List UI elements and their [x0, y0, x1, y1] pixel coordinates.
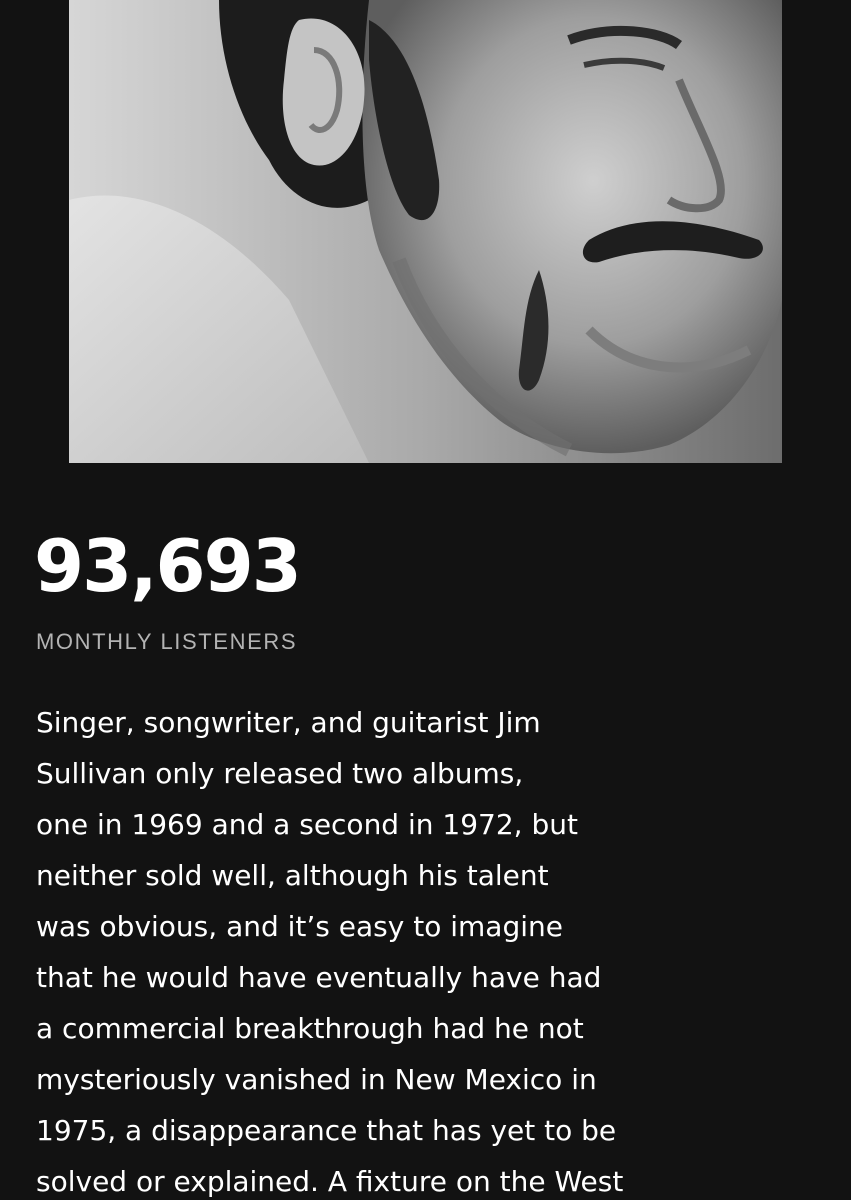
artist-portrait-image: [69, 0, 782, 463]
bio-line: that he would have eventually have had: [36, 961, 602, 994]
bio-line: a commercial breakthrough had he not: [36, 1012, 584, 1045]
bio-line: 1975, a disappearance that has yet to be: [36, 1114, 617, 1147]
bio-line: Sullivan only released two albums,: [36, 757, 524, 790]
monthly-listeners-count: 93,693: [34, 524, 302, 608]
bio-line: one in 1969 and a second in 1972, but: [36, 808, 578, 841]
artist-bio[interactable]: Singer, songwriter, and guitarist Jim Su…: [36, 697, 836, 1200]
bio-line: was obvious, and it’s easy to imagine: [36, 910, 563, 943]
bio-line: mysteriously vanished in New Mexico in: [36, 1063, 597, 1096]
monthly-listeners-label: MONTHLY LISTENERS: [36, 629, 298, 654]
artist-photo: [69, 0, 782, 463]
bio-line: neither sold well, although his talent: [36, 859, 549, 892]
bio-line: solved or explained. A fixture on the We…: [36, 1165, 624, 1198]
bio-line: Singer, songwriter, and guitarist Jim: [36, 706, 541, 739]
